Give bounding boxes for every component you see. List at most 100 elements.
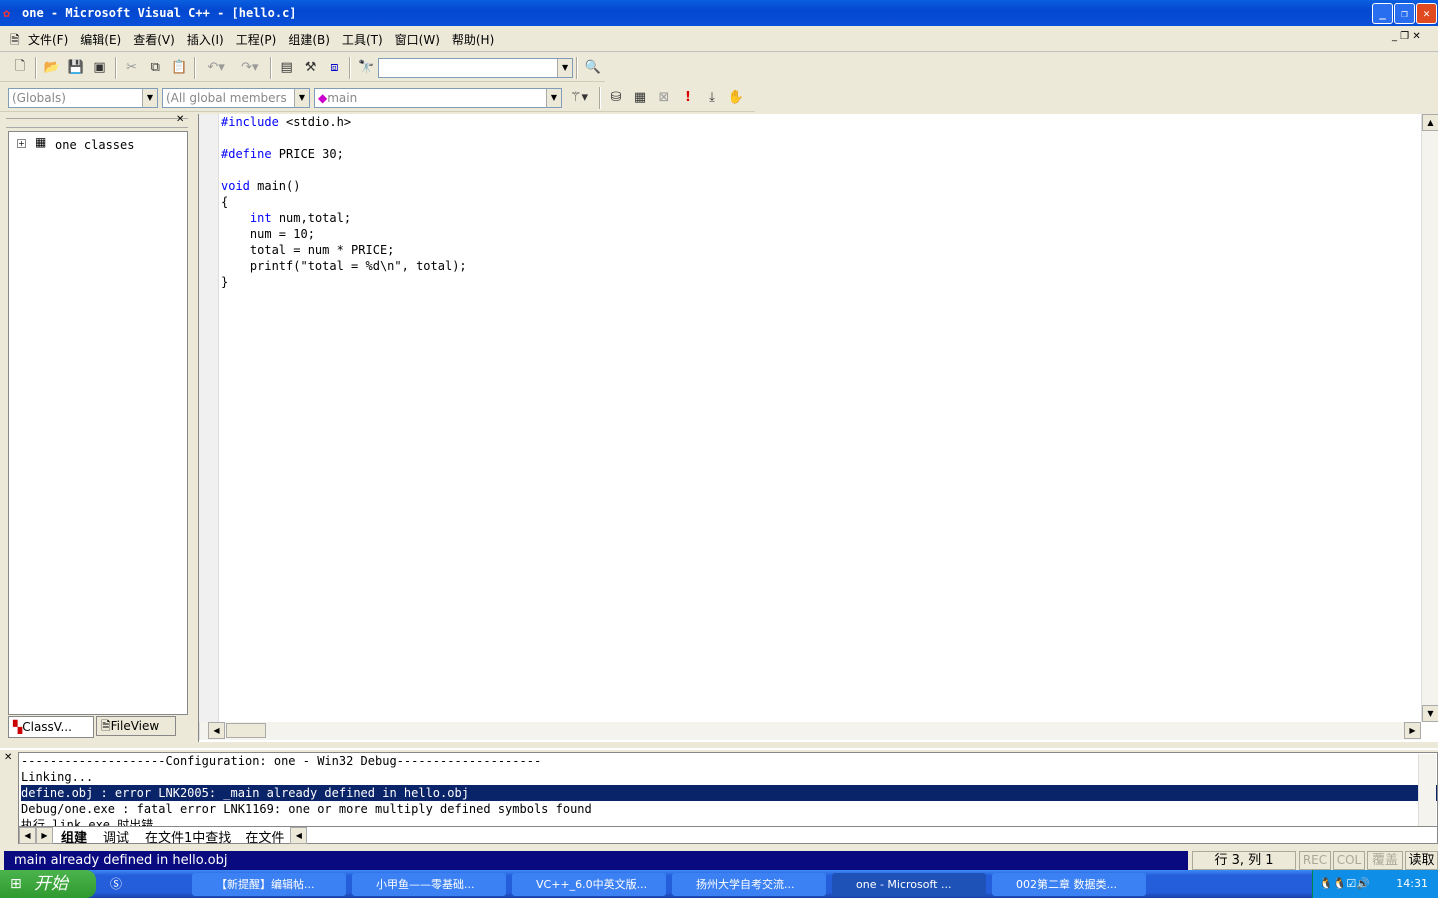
pane-gripper[interactable] xyxy=(6,118,188,128)
expand-icon[interactable]: + xyxy=(17,139,26,148)
clock: 14:31 xyxy=(1396,877,1428,890)
menu-edit[interactable]: 编辑(E) xyxy=(80,31,121,48)
tray-icons[interactable]: 🐧🐧☑🔊 xyxy=(1313,877,1370,890)
taskbar-button[interactable]: 小甲鱼——零基础... xyxy=(352,873,506,896)
undo-icon[interactable]: ↶▾ xyxy=(201,58,231,78)
workspace-pane: ✕ + ▦ one classes ▚ClassV... 🗎FileView xyxy=(0,114,195,744)
scroll-thumb[interactable] xyxy=(226,723,266,738)
standard-toolbar: 🗋 📂 💾 ▣ ✂ ⧉ 📋 ↶▾ ↷▾ ▤ ⚒ ⧈ 🔭 ▼ 🔍 xyxy=(0,54,605,82)
output-line[interactable]: Debug/one.exe : fatal error LNK1169: one… xyxy=(21,801,1437,817)
output-vscroll[interactable] xyxy=(1418,754,1436,828)
start-button[interactable]: ⊞ 开始 xyxy=(0,870,96,898)
window-list-icon[interactable]: ⧈ xyxy=(325,58,345,78)
execute-icon[interactable]: ! xyxy=(678,88,698,108)
minimize-button[interactable]: _ xyxy=(1372,3,1393,24)
status-message: main already defined in hello.obj xyxy=(4,851,1188,870)
editor-gutter xyxy=(199,114,219,722)
menu-bar: 🗎 文件(F) 编辑(E) 查看(V) 插入(I) 工程(P) 组建(B) 工具… xyxy=(0,27,1438,52)
find-icon[interactable]: 🔍 xyxy=(583,58,603,78)
code-line: #define PRICE 30; xyxy=(221,147,344,161)
col-indicator: COL xyxy=(1333,851,1365,870)
menu-insert[interactable]: 插入(I) xyxy=(187,31,224,48)
horizontal-scrollbar[interactable]: ◀ ▶ xyxy=(199,722,1421,740)
taskbar-button[interactable]: one - Microsoft ... xyxy=(832,873,986,896)
read-indicator: 读取 xyxy=(1405,851,1438,870)
find-combo[interactable]: ▼ xyxy=(378,57,574,78)
cut-icon[interactable]: ✂ xyxy=(122,58,142,78)
close-pane-icon[interactable]: ✕ xyxy=(176,114,184,125)
save-all-icon[interactable]: ▣ xyxy=(90,58,110,78)
wizard-bar: (Globals) ▼ (All global members ▼ ◆main ▼ ⚚… xyxy=(0,84,755,112)
output-line[interactable]: --------------------Configuration: one -… xyxy=(21,753,1437,769)
taskbar-button[interactable]: 【新提醒】编辑帖... xyxy=(192,873,346,896)
mdi-controls[interactable]: _ ❐ ✕ xyxy=(1392,31,1421,42)
code-line: } xyxy=(221,275,229,289)
menu-tools[interactable]: 工具(T) xyxy=(342,31,383,48)
member-icon: ◆ xyxy=(318,90,328,105)
window-title: one - Microsoft Visual C++ - [hello.c] xyxy=(22,6,297,20)
new-file-icon[interactable]: 🗋 xyxy=(10,58,30,78)
output-pane: ✕ --------------------Configuration: one… xyxy=(0,748,1438,846)
classes-icon: ▦ xyxy=(35,135,47,149)
close-output-icon[interactable]: ✕ xyxy=(4,752,12,763)
output-tabs: ◀ ▶ 组建 调试 在文件1中查找 在文件 ◀ xyxy=(18,826,1438,846)
class-tree: + ▦ one classes xyxy=(8,131,188,715)
code-line: int num,total; xyxy=(249,211,352,225)
tab-find-in-files-2[interactable]: 在文件 xyxy=(239,827,290,846)
code-line: total = num * PRICE; xyxy=(221,243,395,257)
menu-project[interactable]: 工程(P) xyxy=(236,31,277,48)
tab-classview[interactable]: ▚ClassV... xyxy=(8,716,94,738)
taskbar-button[interactable]: 002第二章 数据类... xyxy=(992,873,1146,896)
quicklaunch-icon[interactable]: Ⓢ xyxy=(110,875,122,892)
member-combo[interactable]: ◆main ▼ xyxy=(314,87,562,108)
paste-icon[interactable]: 📋 xyxy=(169,58,189,78)
menu-file[interactable]: 文件(F) xyxy=(28,31,68,48)
vertical-scrollbar[interactable]: ▲ ▼ xyxy=(1421,114,1438,722)
breakpoint-icon[interactable]: ✋ xyxy=(726,88,746,108)
redo-icon[interactable]: ↷▾ xyxy=(235,58,265,78)
taskbar: ⊞ 开始 Ⓢ 【新提醒】编辑帖... 小甲鱼——零基础... VC++_6.0中英文版… xyxy=(0,870,1438,898)
tab-fileview[interactable]: 🗎FileView xyxy=(96,716,176,736)
taskbar-button[interactable]: VC++_6.0中英文版... xyxy=(512,873,666,896)
code-line: num = 10; xyxy=(221,227,315,241)
save-icon[interactable]: 💾 xyxy=(66,58,86,78)
workspace-icon[interactable]: ▤ xyxy=(277,58,297,78)
copy-icon[interactable]: ⧉ xyxy=(145,58,165,78)
wizard-action-icon[interactable]: ⚚▾ xyxy=(564,88,594,108)
restore-button[interactable]: ❐ xyxy=(1394,3,1415,24)
close-button[interactable]: ✕ xyxy=(1416,3,1437,24)
rec-indicator: REC xyxy=(1299,851,1331,870)
tab-find-in-files-1[interactable]: 在文件1中查找 xyxy=(137,827,239,846)
menu-view[interactable]: 查看(V) xyxy=(133,31,175,48)
class-combo[interactable]: (Globals) ▼ xyxy=(8,87,158,108)
code-line: #include <stdio.h> xyxy=(221,115,352,129)
document-icon: 🗎 xyxy=(10,33,20,47)
output-text[interactable]: --------------------Configuration: one -… xyxy=(18,752,1438,828)
code-area[interactable]: #include <stdio.h> #define PRICE 30; void … xyxy=(221,114,467,290)
find-in-files-icon[interactable]: 🔭 xyxy=(356,58,376,78)
tab-debug[interactable]: 调试 xyxy=(95,827,137,846)
system-tray: 🐧🐧☑🔊 14:31 xyxy=(1312,870,1438,898)
app-icon: ✿ xyxy=(3,6,11,20)
menu-build[interactable]: 组建(B) xyxy=(288,31,330,48)
open-icon[interactable]: 📂 xyxy=(42,58,62,78)
menu-window[interactable]: 窗口(W) xyxy=(395,31,440,48)
compile-icon[interactable]: ⛁ xyxy=(606,88,626,108)
menu-help[interactable]: 帮助(H) xyxy=(452,31,494,48)
output-line[interactable]: Linking... xyxy=(21,769,1437,785)
filter-combo[interactable]: (All global members ▼ xyxy=(162,87,310,108)
output-icon[interactable]: ⚒ xyxy=(301,58,321,78)
output-line[interactable]: define.obj : error LNK2005: _main alread… xyxy=(21,785,1437,801)
tree-item[interactable]: one classes xyxy=(55,138,134,152)
stop-build-icon[interactable]: ⊠ xyxy=(654,88,674,108)
code-line: void main() xyxy=(221,179,301,193)
go-icon[interactable]: ⤓ xyxy=(702,88,722,108)
editor[interactable]: #include <stdio.h> #define PRICE 30; void … xyxy=(198,114,1438,742)
code-line: { xyxy=(221,195,229,209)
code-line: printf("total = %d\n", total); xyxy=(221,259,467,273)
taskbar-button[interactable]: 扬州大学自考交流... xyxy=(672,873,826,896)
tab-build[interactable]: 组建 xyxy=(53,827,95,846)
build-icon[interactable]: ▦ xyxy=(630,88,650,108)
